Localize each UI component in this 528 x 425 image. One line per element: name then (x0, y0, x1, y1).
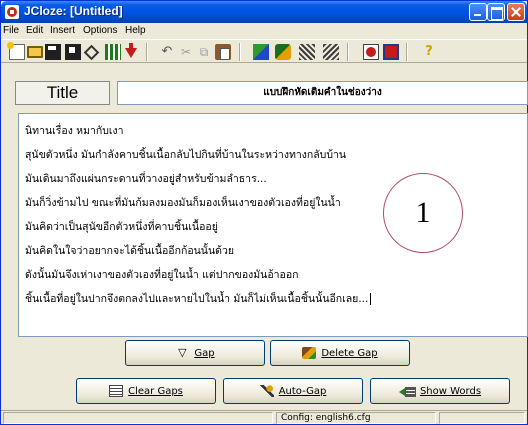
gap-button-label: Gap (194, 347, 215, 359)
text-line-last: ชิ้นเนื้อที่อยู่ในปากจึงตกลงไปและหายไปใน… (25, 287, 521, 311)
status-pane-left (3, 412, 273, 424)
cut-icon[interactable]: ✂ (178, 44, 194, 60)
text-line: ชิ้นเนื้อที่อยู่ในปากจึงตกลงไปและหายไปใน… (25, 293, 369, 305)
delete-gap-button-label: Delete Gap (321, 347, 378, 359)
diamond-icon[interactable] (83, 44, 100, 61)
menu-options[interactable]: Options (83, 25, 117, 36)
auto-gap-button-label: Auto-Gap (278, 385, 327, 397)
title-bar[interactable]: JCloze: [Untitled] (1, 1, 527, 23)
help-icon[interactable]: ? (421, 44, 437, 60)
gap-icon: ▽ (178, 346, 187, 359)
clear-gaps-button[interactable]: Clear Gaps (76, 378, 216, 404)
new-file-icon[interactable] (7, 42, 25, 60)
app-window: JCloze: [Untitled] File Edit Insert Opti… (0, 0, 528, 425)
add-icon[interactable] (363, 44, 379, 60)
menu-edit[interactable]: Edit (26, 25, 43, 36)
web-page-icon[interactable] (253, 44, 269, 60)
menu-help[interactable]: Help (125, 25, 146, 36)
menu-file[interactable]: File (3, 25, 19, 36)
toolbar-separator (146, 43, 148, 61)
open-folder-icon[interactable] (27, 46, 43, 58)
settings-icon[interactable] (323, 44, 339, 60)
window-title: JCloze: [Untitled] (24, 4, 123, 18)
minimize-button[interactable] (469, 3, 487, 21)
down-arrow-icon[interactable] (125, 43, 137, 58)
show-words-button-label: Show Words (419, 385, 482, 397)
maximize-button[interactable] (487, 3, 505, 21)
save-as-icon[interactable] (65, 44, 81, 60)
toolbar-separator (406, 43, 408, 61)
text-caret (370, 293, 372, 305)
show-words-icon (398, 385, 416, 397)
status-pane-config: Config: english6.cfg (276, 412, 436, 424)
toolbar: ↶ ✂ ⧉ ? (1, 39, 527, 63)
clear-gaps-button-label: Clear Gaps (128, 385, 183, 397)
auto-gap-icon (259, 385, 274, 397)
status-bar: Config: english6.cfg (1, 410, 527, 424)
save-icon[interactable] (45, 44, 61, 60)
export-icon[interactable] (275, 44, 291, 60)
delete-gap-icon (302, 347, 317, 359)
title-input[interactable]: แบบฝึกหัดเติมคำในช่องว่าง (117, 81, 528, 105)
undo-icon[interactable]: ↶ (159, 44, 175, 60)
clear-gaps-icon (109, 385, 124, 397)
text-line: สุนัขตัวหนึ่ง มันกำลังคาบชิ้นเนื้อกลับไป… (25, 149, 347, 161)
menu-insert[interactable]: Insert (50, 25, 75, 36)
show-words-button[interactable]: Show Words (370, 378, 510, 404)
toolbar-separator (347, 43, 349, 61)
title-label: Title (15, 81, 110, 105)
grid-icon[interactable] (105, 44, 121, 60)
close-button[interactable] (507, 3, 525, 21)
text-line: ดังนั้นมันจึงเห่าเงาของตัวเองที่อยู่ในน้… (25, 269, 299, 281)
step-number-badge: 1 (383, 173, 463, 253)
config-status-text: Config: english6.cfg (281, 413, 371, 423)
gap-list-icon[interactable] (299, 44, 315, 60)
delete-gap-button[interactable]: Delete Gap (270, 340, 410, 366)
status-pane-right (439, 412, 525, 424)
menu-bar: File Edit Insert Options Help (1, 23, 527, 39)
toolbar-separator (239, 43, 241, 61)
auto-gap-button[interactable]: Auto-Gap (223, 378, 363, 404)
gap-button[interactable]: ▽ Gap (125, 340, 265, 366)
text-line: นิทานเรื่อง หมากับเงา (25, 125, 124, 137)
app-icon[interactable] (5, 5, 19, 19)
paste-icon[interactable] (215, 44, 231, 60)
copy-icon[interactable]: ⧉ (196, 44, 212, 60)
delete-icon[interactable] (383, 44, 399, 60)
